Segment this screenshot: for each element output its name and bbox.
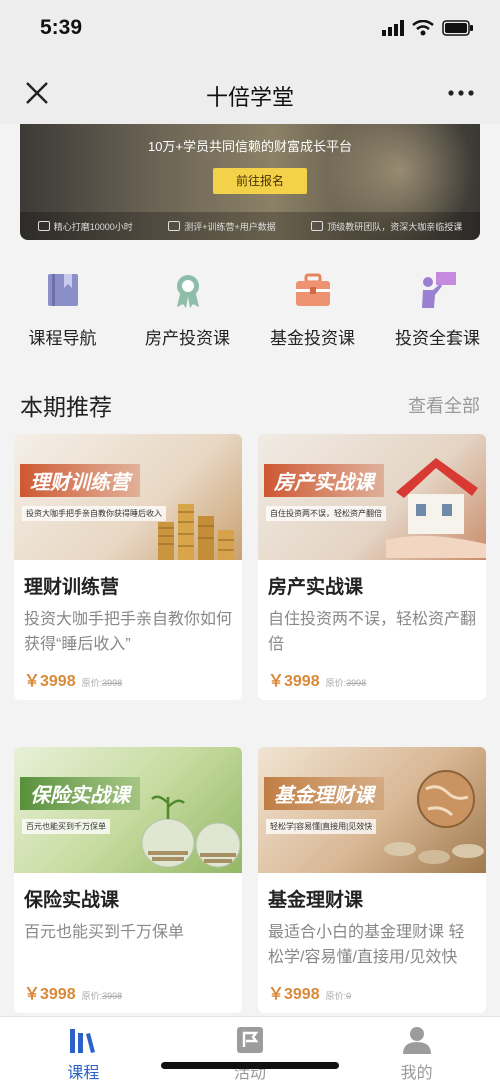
course-card[interactable]: 房产实战课 自住投资两不误，轻松资产翻倍 房产实战课 自住投资两不误，轻松资产翻… bbox=[258, 434, 486, 700]
category-property[interactable]: 房产投资课 bbox=[125, 262, 250, 362]
banner-tagline: 10万+学员共同信赖的财富成长平台 bbox=[147, 139, 353, 154]
category-label: 房产投资课 bbox=[145, 329, 230, 348]
signup-button[interactable]: 前往报名 bbox=[213, 168, 307, 194]
briefcase-icon bbox=[295, 273, 330, 306]
promo-banner[interactable]: 10万+学员共同信赖的财富成长平台 前往报名 精心打磨10000小时 测评+训练… bbox=[20, 124, 480, 240]
course-image-title: 基金理财课 bbox=[264, 777, 384, 810]
battery-icon bbox=[442, 20, 473, 36]
original-price: 原价:3998 bbox=[81, 991, 123, 1001]
banner-feature: 精心打磨10000小时 bbox=[37, 220, 133, 233]
price-row: ￥3998 原价:3998 bbox=[24, 980, 232, 1004]
course-price: ￥3998 bbox=[24, 673, 76, 690]
category-course-nav[interactable]: 课程导航 bbox=[0, 262, 125, 362]
tab-label: 我的 bbox=[400, 1065, 433, 1082]
course-name: 基金理财课 bbox=[268, 890, 364, 911]
course-name: 理财训练营 bbox=[24, 577, 120, 598]
course-info: 理财训练营 投资大咖手把手亲自教你如何获得“睡后收入” ￥3998 原价:399… bbox=[14, 560, 242, 691]
course-image-title: 理财训练营 bbox=[20, 464, 140, 497]
original-price: 原价:3998 bbox=[325, 678, 367, 688]
books-icon bbox=[70, 1029, 96, 1053]
tab-label: 课程 bbox=[67, 1065, 100, 1082]
price-row: ￥3998 原价:0 bbox=[268, 980, 476, 1004]
original-price: 原价:0 bbox=[325, 991, 352, 1001]
course-image-subtitle: 轻松学|容易懂|直接用|见效快 bbox=[266, 819, 377, 834]
banner-features: 精心打磨10000小时 测评+训练营+用户数据 顶级教研团队，资深大咖亲临授课 bbox=[20, 212, 480, 240]
recommend-section-header: 本期推荐 查看全部 bbox=[20, 384, 480, 420]
coin-jars-illustration bbox=[141, 795, 241, 868]
category-label: 课程导航 bbox=[28, 329, 97, 348]
category-full-course[interactable]: 投资全套课 bbox=[375, 262, 500, 362]
view-all-link[interactable]: 查看全部 bbox=[408, 392, 480, 418]
banner-feature: 测评+训练营+用户数据 bbox=[168, 220, 276, 233]
flag-icon bbox=[237, 1027, 263, 1053]
tab-profile[interactable]: 我的 bbox=[333, 1017, 500, 1083]
course-price: ￥3998 bbox=[268, 986, 320, 1003]
category-label: 投资全套课 bbox=[395, 329, 480, 348]
course-image-title: 保险实战课 bbox=[20, 777, 140, 810]
course-name: 保险实战课 bbox=[24, 890, 120, 911]
page-title: 十倍学堂 bbox=[205, 85, 294, 110]
category-nav: 课程导航 房产投资课 基金投资课 投资全套课 bbox=[0, 262, 500, 362]
course-image: 保险实战课 百元也能买到千万保单 bbox=[14, 747, 242, 873]
award-icon bbox=[176, 275, 199, 308]
course-card[interactable]: 基金理财课 轻松学|容易懂|直接用|见效快 基金理财课 最适合小白的基金理财课 … bbox=[258, 747, 486, 1013]
price-row: ￥3998 原价:3998 bbox=[24, 667, 232, 691]
course-image-title: 房产实战课 bbox=[264, 464, 384, 497]
globe-coins-illustration bbox=[384, 770, 484, 864]
course-name: 房产实战课 bbox=[268, 577, 364, 598]
presenter-icon bbox=[421, 272, 456, 308]
course-image-subtitle: 投资大咖手把手亲自教你获得睡后收入 bbox=[22, 506, 166, 521]
chart-icon bbox=[168, 221, 181, 231]
book-icon bbox=[47, 274, 78, 306]
more-icon[interactable] bbox=[446, 80, 476, 106]
video-icon bbox=[37, 221, 50, 231]
course-card[interactable]: 保险实战课 百元也能买到千万保单 保险实战课 百元也能买到千万保单 ￥3998 … bbox=[14, 747, 242, 1013]
course-image-subtitle: 自住投资两不误，轻松资产翻倍 bbox=[266, 506, 386, 521]
price-row: ￥3998 原价:3998 bbox=[268, 667, 476, 691]
status-time: 5:39 bbox=[40, 16, 83, 39]
nav-bar: 十倍学堂 bbox=[0, 62, 500, 124]
course-card[interactable]: 理财训练营 投资大咖手把手亲自教你获得睡后收入 理财训练营 投资大咖手把手亲自教… bbox=[14, 434, 242, 700]
home-indicator bbox=[161, 1062, 339, 1069]
course-desc: 自住投资两不误，轻松资产翻倍 bbox=[268, 611, 476, 653]
course-image-subtitle: 百元也能买到千万保单 bbox=[22, 819, 110, 834]
signal-icon bbox=[382, 20, 404, 36]
original-price: 原价:3998 bbox=[81, 678, 123, 688]
tab-courses[interactable]: 课程 bbox=[0, 1017, 167, 1083]
house-illustration bbox=[386, 458, 486, 558]
status-bar: 5:39 bbox=[0, 0, 500, 62]
course-info: 保险实战课 百元也能买到千万保单 ￥3998 原价:3998 bbox=[14, 873, 242, 1004]
wifi-icon bbox=[412, 20, 434, 36]
course-desc: 百元也能买到千万保单 bbox=[24, 924, 185, 941]
course-price: ￥3998 bbox=[268, 673, 320, 690]
course-desc: 最适合小白的基金理财课 轻松学/容易懂/直接用/见效快 bbox=[268, 924, 465, 966]
coins-illustration bbox=[158, 504, 234, 560]
course-info: 基金理财课 最适合小白的基金理财课 轻松学/容易懂/直接用/见效快 ￥3998 … bbox=[258, 873, 486, 1004]
course-image: 基金理财课 轻松学|容易懂|直接用|见效快 bbox=[258, 747, 486, 873]
bottom-tab-bar: 课程 活动 我的 bbox=[0, 1016, 500, 1083]
category-label: 基金投资课 bbox=[270, 329, 355, 348]
section-title: 本期推荐 bbox=[20, 394, 112, 420]
tab-activity[interactable]: 活动 bbox=[167, 1017, 334, 1083]
course-price: ￥3998 bbox=[24, 986, 76, 1003]
banner-feature: 顶级教研团队，资深大咖亲临授课 bbox=[311, 220, 462, 233]
course-info: 房产实战课 自住投资两不误，轻松资产翻倍 ￥3998 原价:3998 bbox=[258, 560, 486, 691]
status-icons bbox=[382, 20, 474, 36]
user-icon bbox=[402, 1027, 431, 1054]
course-image: 理财训练营 投资大咖手把手亲自教你获得睡后收入 bbox=[14, 434, 242, 560]
course-desc: 投资大咖手把手亲自教你如何获得“睡后收入” bbox=[24, 611, 232, 653]
team-icon bbox=[311, 221, 324, 231]
category-fund[interactable]: 基金投资课 bbox=[250, 262, 375, 362]
course-image: 房产实战课 自住投资两不误，轻松资产翻倍 bbox=[258, 434, 486, 560]
